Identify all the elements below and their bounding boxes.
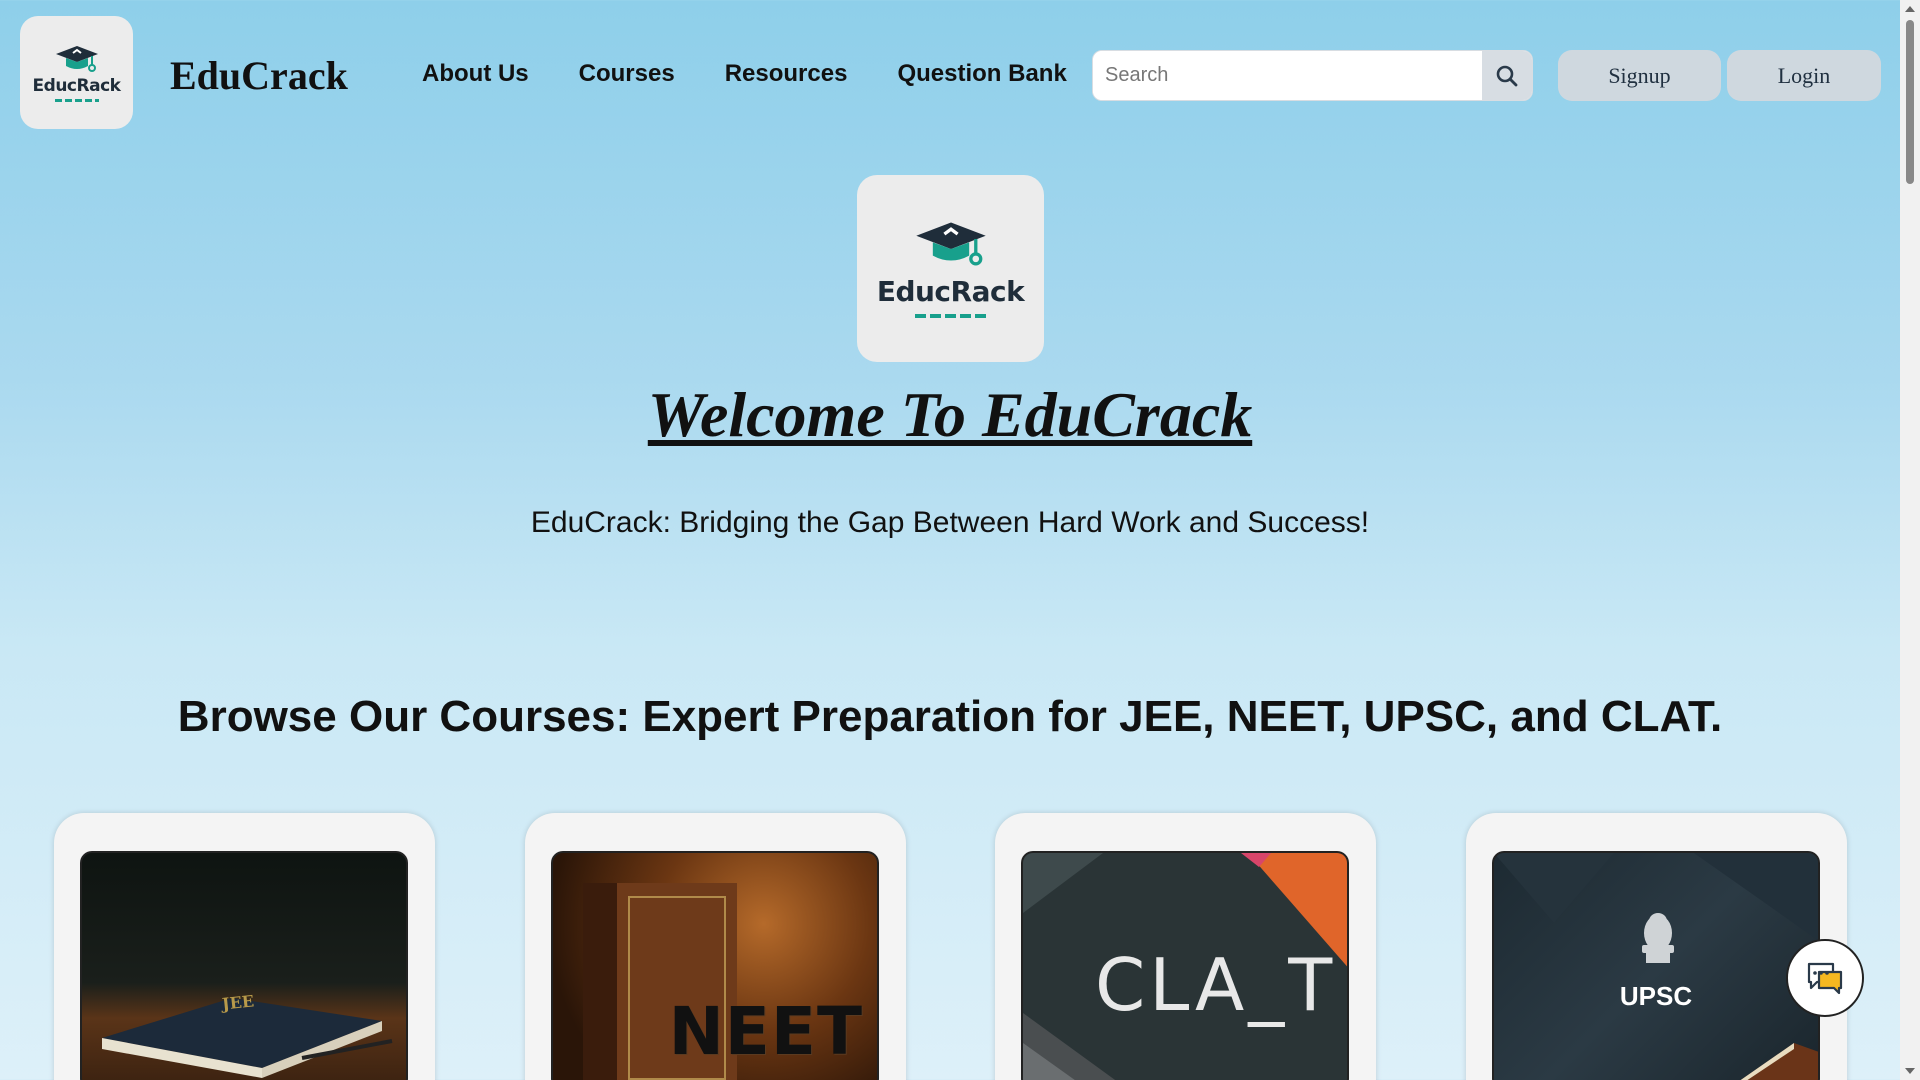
nav-question-bank[interactable]: Question Bank (897, 60, 1066, 88)
graduation-cap-icon (55, 45, 98, 72)
search-input[interactable] (1093, 51, 1482, 100)
page-scrollbar[interactable] (1900, 0, 1920, 1080)
search-icon (1496, 65, 1518, 86)
hero-logo: EducRack (857, 175, 1044, 362)
site-header: EducRack EduCrack About Us Courses Resou… (0, 0, 1900, 150)
course-image-clat: CLA_T (1021, 851, 1349, 1080)
course-card-clat[interactable]: CLA_T (995, 813, 1376, 1080)
nav-courses[interactable]: Courses (579, 60, 675, 88)
course-card-jee[interactable]: JEE (54, 813, 435, 1080)
course-card-neet[interactable]: NEET (525, 813, 906, 1080)
jee-image-text: JEE (221, 991, 255, 1014)
course-card-upsc[interactable]: UPSC (1466, 813, 1847, 1080)
tagline: EduCrack: Bridging the Gap Between Hard … (530, 506, 1370, 539)
site-logo[interactable]: EducRack (20, 16, 133, 129)
nav-about-us[interactable]: About Us (422, 60, 529, 88)
courses-heading: Browse Our Courses: Expert Preparation f… (177, 692, 1723, 741)
signup-button[interactable]: Signup (1558, 50, 1721, 101)
course-image-jee: JEE (80, 851, 408, 1080)
jee-book-illustration (102, 998, 393, 1078)
scroll-down-arrow[interactable] (1905, 1068, 1915, 1074)
course-image-upsc: UPSC (1492, 851, 1820, 1080)
brand-name[interactable]: EduCrack (170, 52, 348, 99)
search-bar (1092, 50, 1533, 101)
course-image-neet: NEET (551, 851, 879, 1080)
hero-logo-dash-decoration (914, 314, 987, 318)
neet-image-text: NEET (668, 993, 863, 1070)
scroll-thumb[interactable] (1906, 20, 1914, 184)
page-title: Welcome To EduCrack (647, 379, 1253, 450)
logo-dash-decoration (54, 98, 99, 102)
chat-button[interactable] (1786, 939, 1864, 1017)
upsc-image-text: UPSC (1619, 981, 1693, 1011)
graduation-cap-icon (915, 222, 986, 266)
nav-resources[interactable]: Resources (725, 60, 848, 88)
login-button[interactable]: Login (1727, 50, 1881, 101)
chat-icon (1807, 962, 1843, 995)
hero-logo-wordmark: EducRack (876, 275, 1025, 308)
upsc-emblem-illustration (1494, 853, 1818, 1080)
scroll-up-arrow[interactable] (1905, 6, 1915, 12)
logo-wordmark: EducRack (32, 75, 121, 96)
search-button[interactable] (1482, 51, 1532, 100)
clat-image-text: CLA_T (1095, 943, 1337, 1027)
main-nav: About Us Courses Resources Question Bank (422, 60, 1067, 88)
national-emblem-icon (1642, 913, 1674, 963)
